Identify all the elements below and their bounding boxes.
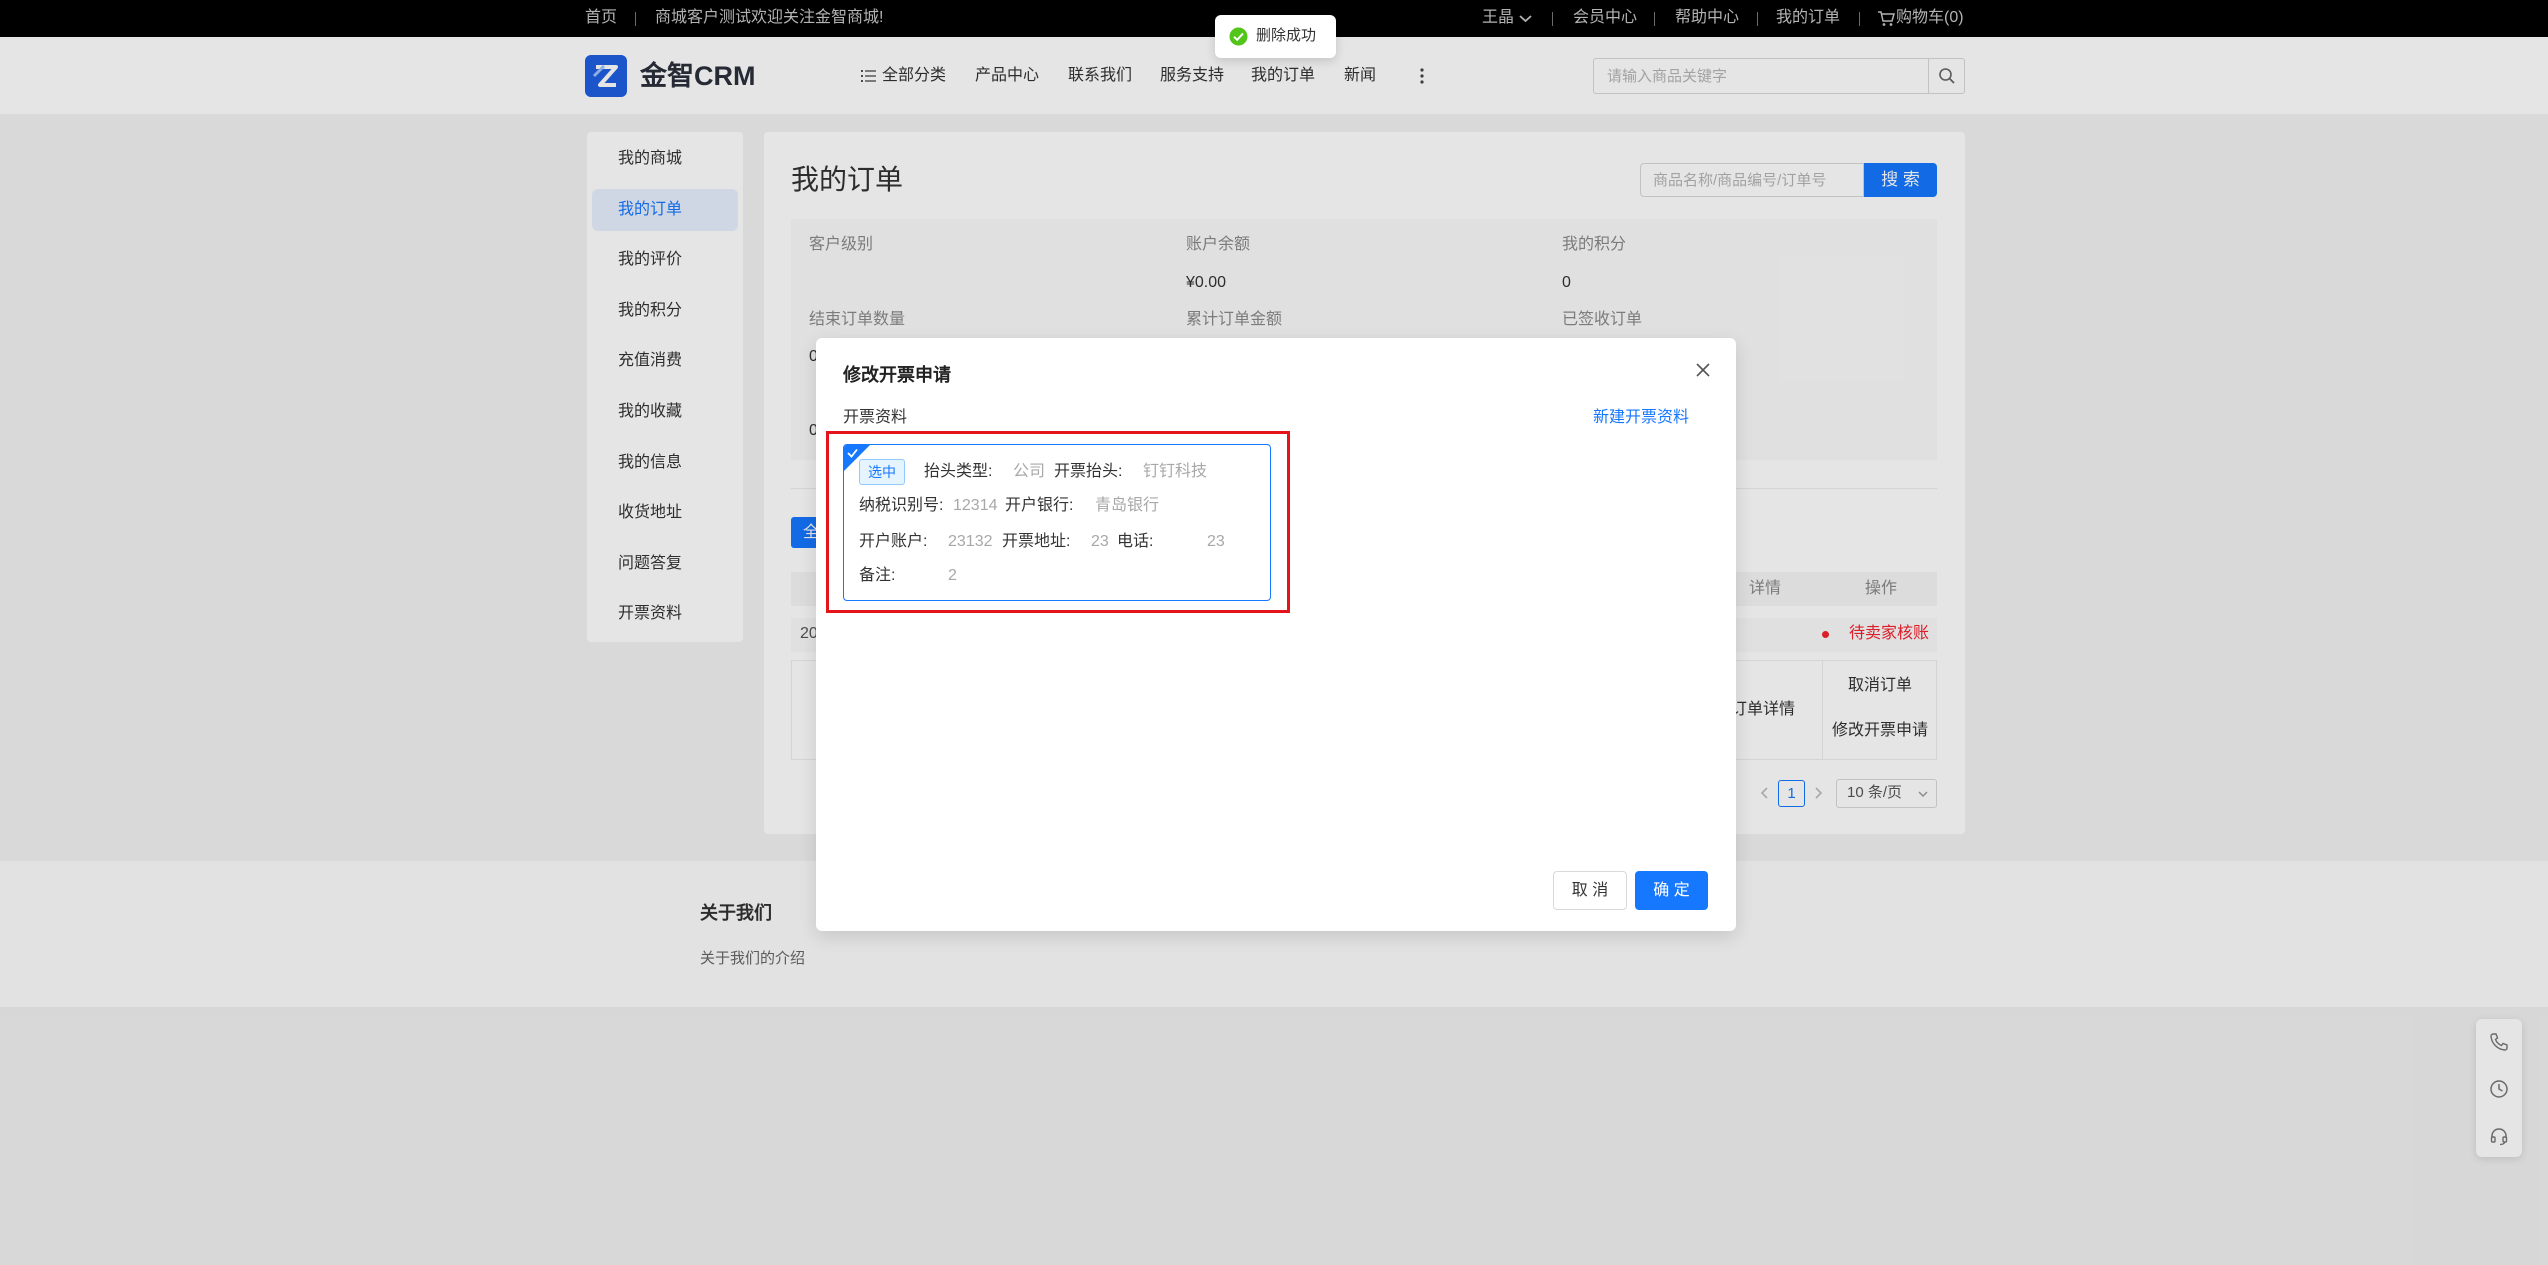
success-toast: 删除成功 <box>1215 15 1336 58</box>
cancel-button[interactable]: 取 消 <box>1553 871 1627 910</box>
confirm-button[interactable]: 确 定 <box>1635 871 1708 910</box>
field-label-account: 开户账户: <box>859 533 928 550</box>
field-label-phone: 电话: <box>1117 533 1154 550</box>
field-value-remark: 2 <box>948 567 957 584</box>
field-label-address: 开票地址: <box>1002 533 1071 550</box>
field-value-address: 23 <box>1091 533 1109 550</box>
field-value-phone: 23 <box>1207 533 1225 550</box>
close-icon[interactable] <box>1695 362 1711 378</box>
field-value-invoice-title: 钉钉科技 <box>1143 463 1208 480</box>
edit-invoice-request-dialog: 修改开票申请 开票资料 新建开票资料 选中 抬头类型: 公司 开票抬头: 钉钉科… <box>816 338 1736 931</box>
field-value-bank: 青岛银行 <box>1095 497 1160 514</box>
field-value-title-type: 公司 <box>1013 463 1046 480</box>
dialog-title: 修改开票申请 <box>843 365 951 385</box>
field-label-bank: 开户银行: <box>1005 497 1074 514</box>
field-label-remark: 备注: <box>859 567 896 584</box>
field-value-tax-id: 12314 <box>953 497 998 514</box>
success-check-icon <box>1229 27 1248 46</box>
field-label-title-type: 抬头类型: <box>924 463 993 480</box>
invoice-info-card[interactable]: 选中 抬头类型: 公司 开票抬头: 钉钉科技 纳税识别号: 12314 开户银行… <box>843 444 1271 601</box>
field-label-tax-id: 纳税识别号: <box>859 497 944 514</box>
selected-tag: 选中 <box>859 459 905 485</box>
toast-message: 删除成功 <box>1256 27 1317 44</box>
field-value-account: 23132 <box>948 533 993 550</box>
new-invoice-info-link[interactable]: 新建开票资料 <box>1593 406 1689 430</box>
invoice-info-label: 开票资料 <box>843 409 908 426</box>
field-label-invoice-title: 开票抬头: <box>1054 463 1123 480</box>
